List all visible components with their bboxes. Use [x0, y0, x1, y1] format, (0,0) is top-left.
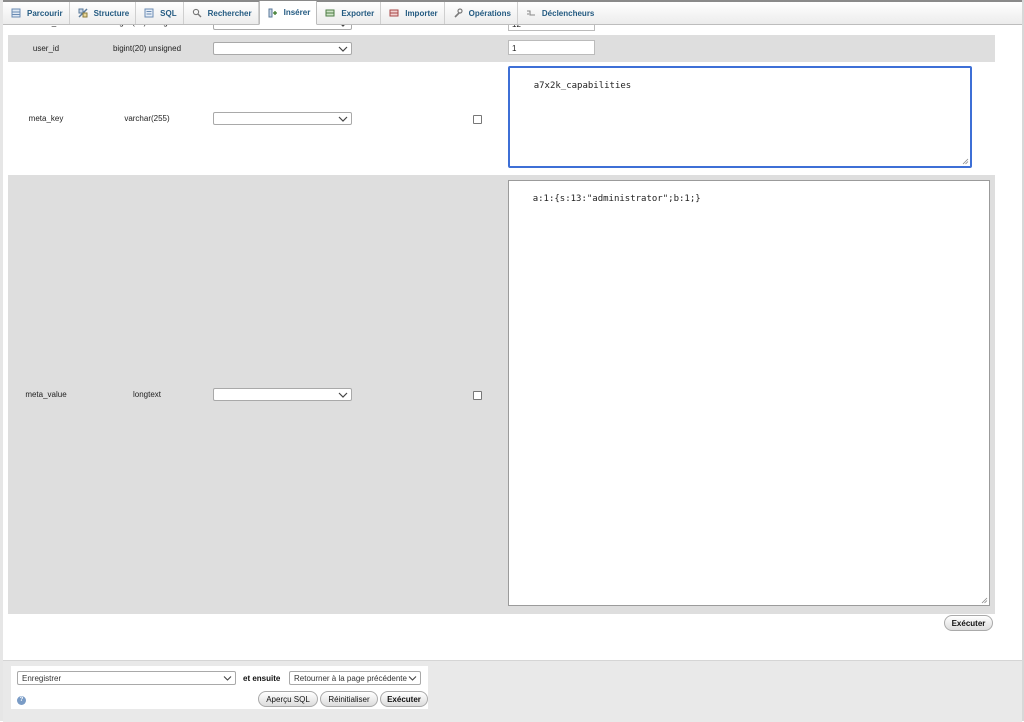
- column-name: meta_key: [28, 114, 64, 123]
- chevron-down-icon: [408, 676, 417, 681]
- resize-grip-icon[interactable]: [962, 158, 969, 165]
- left-border: [0, 0, 3, 721]
- action-select[interactable]: Enregistrer: [17, 671, 236, 685]
- tab-operations[interactable]: Opérations: [445, 2, 518, 24]
- value-textarea[interactable]: a7x2k_capabilities: [508, 66, 972, 168]
- table-row-meta-key: meta_key varchar(255) a7x2k_capabilities: [8, 62, 995, 175]
- tab-label: Opérations: [468, 8, 511, 18]
- footer-panel: Enregistrer et ensuite Retourner à la pa…: [3, 660, 1022, 722]
- tab-insert[interactable]: Insérer: [258, 1, 318, 25]
- tab-import[interactable]: Importer: [381, 2, 445, 24]
- wrench-icon: [454, 8, 463, 18]
- value-textarea[interactable]: a:1:{s:13:"administrator";b:1;}: [508, 180, 990, 606]
- tab-browse[interactable]: Parcourir: [3, 2, 70, 24]
- browse-icon: [11, 8, 21, 18]
- execute-button[interactable]: Exécuter: [944, 615, 993, 631]
- value-input[interactable]: 1: [508, 40, 595, 55]
- function-select[interactable]: [213, 388, 352, 401]
- tab-label: Parcourir: [27, 8, 63, 18]
- resize-grip-icon[interactable]: [981, 597, 988, 604]
- textarea-content: a:1:{s:13:"administrator";b:1;}: [532, 194, 701, 204]
- null-checkbox[interactable]: [473, 115, 482, 124]
- null-checkbox[interactable]: [473, 391, 482, 400]
- help-icon[interactable]: ?: [17, 696, 26, 705]
- tab-sql[interactable]: SQL: [136, 2, 184, 24]
- action-select-value: Enregistrer: [22, 674, 62, 683]
- chevron-down-icon: [338, 46, 348, 52]
- insert-icon: [268, 8, 277, 17]
- chevron-down-icon: [338, 392, 348, 398]
- tab-label: Rechercher: [207, 8, 252, 18]
- column-type: bigint(20) unsigned: [112, 44, 182, 53]
- column-name: user_id: [32, 44, 60, 53]
- textarea-content: a7x2k_capabilities: [533, 81, 632, 91]
- reset-button[interactable]: Réinitialiser: [320, 691, 378, 707]
- and-then-label: et ensuite: [243, 674, 281, 683]
- tab-label: Exporter: [341, 8, 375, 18]
- structure-icon: [78, 8, 88, 18]
- tab-label: Insérer: [283, 8, 311, 17]
- execute-button[interactable]: Exécuter: [380, 691, 428, 707]
- column-type: longtext: [132, 390, 162, 399]
- tab-triggers[interactable]: Déclencheurs: [518, 2, 600, 24]
- tab-structure[interactable]: Structure: [70, 2, 137, 24]
- tab-label: SQL: [160, 8, 177, 18]
- tab-bar: Parcourir Structure SQL Rechercher Insér…: [3, 1, 1022, 25]
- search-icon: [192, 8, 202, 18]
- after-insert-select-value: Retourner à la page précédente: [294, 674, 407, 683]
- tab-export[interactable]: Exporter: [317, 2, 382, 24]
- preview-sql-button[interactable]: Aperçu SQL: [258, 691, 318, 707]
- chevron-down-icon: [338, 116, 348, 122]
- import-icon: [389, 9, 399, 17]
- triggers-icon: [526, 10, 535, 16]
- submit-options-box: Enregistrer et ensuite Retourner à la pa…: [11, 666, 428, 709]
- export-icon: [325, 9, 335, 17]
- chevron-down-icon: [223, 676, 232, 681]
- table-row-user-id: user_id bigint(20) unsigned 1: [8, 35, 995, 62]
- column-type: varchar(255): [124, 114, 170, 123]
- tab-label: Importer: [405, 8, 438, 18]
- tab-label: Structure: [93, 8, 130, 18]
- function-select[interactable]: [213, 112, 352, 125]
- table-row-meta-value: meta_value longtext a:1:{s:13:"administr…: [8, 175, 995, 614]
- column-name: meta_value: [25, 390, 67, 399]
- tab-label: Déclencheurs: [541, 8, 595, 18]
- function-select[interactable]: [213, 42, 352, 55]
- tab-search[interactable]: Rechercher: [184, 2, 259, 24]
- after-insert-select[interactable]: Retourner à la page précédente: [289, 671, 421, 685]
- sql-icon: [144, 8, 154, 18]
